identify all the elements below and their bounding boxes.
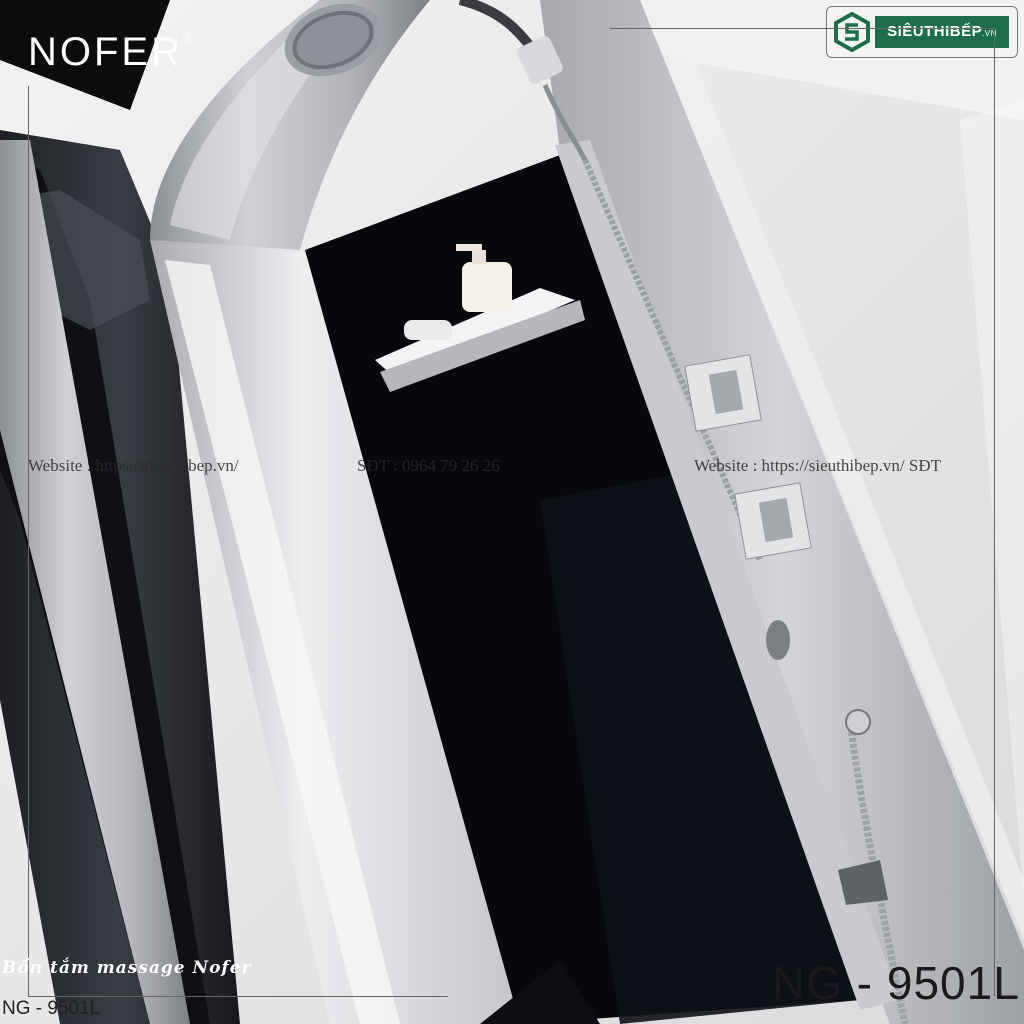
registered-mark: ®	[183, 30, 195, 44]
brand-logo: NOFER®	[28, 30, 195, 75]
brand-name: NOFER	[28, 30, 183, 74]
product-caption: Bồn tắm massage Nofer	[2, 958, 252, 978]
model-code-large: NG - 9501L	[772, 957, 1020, 1009]
store-name: SIÊUTHIBẾP	[887, 23, 983, 40]
shower-cabin-photo	[0, 0, 1024, 1024]
watermark-phone: SĐT : 0964 79 26 26	[357, 456, 500, 475]
frame-line-right	[994, 28, 995, 996]
watermark-website: Website : https://sieuthibep.vn/	[28, 456, 239, 475]
model-code-small: NG - 9501L	[2, 998, 101, 1019]
watermark-website-right: Website : https://sieuthibep.vn/ SĐT	[694, 456, 942, 475]
store-logo-text: SIÊUTHIBẾP.VN	[875, 16, 1009, 48]
store-logo[interactable]: SIÊUTHIBẾP.VN	[826, 6, 1018, 58]
frame-line-left	[28, 86, 29, 996]
frame-line-bottom	[28, 996, 448, 997]
frame-line-top	[610, 28, 994, 29]
logo-mark-icon	[834, 12, 870, 52]
